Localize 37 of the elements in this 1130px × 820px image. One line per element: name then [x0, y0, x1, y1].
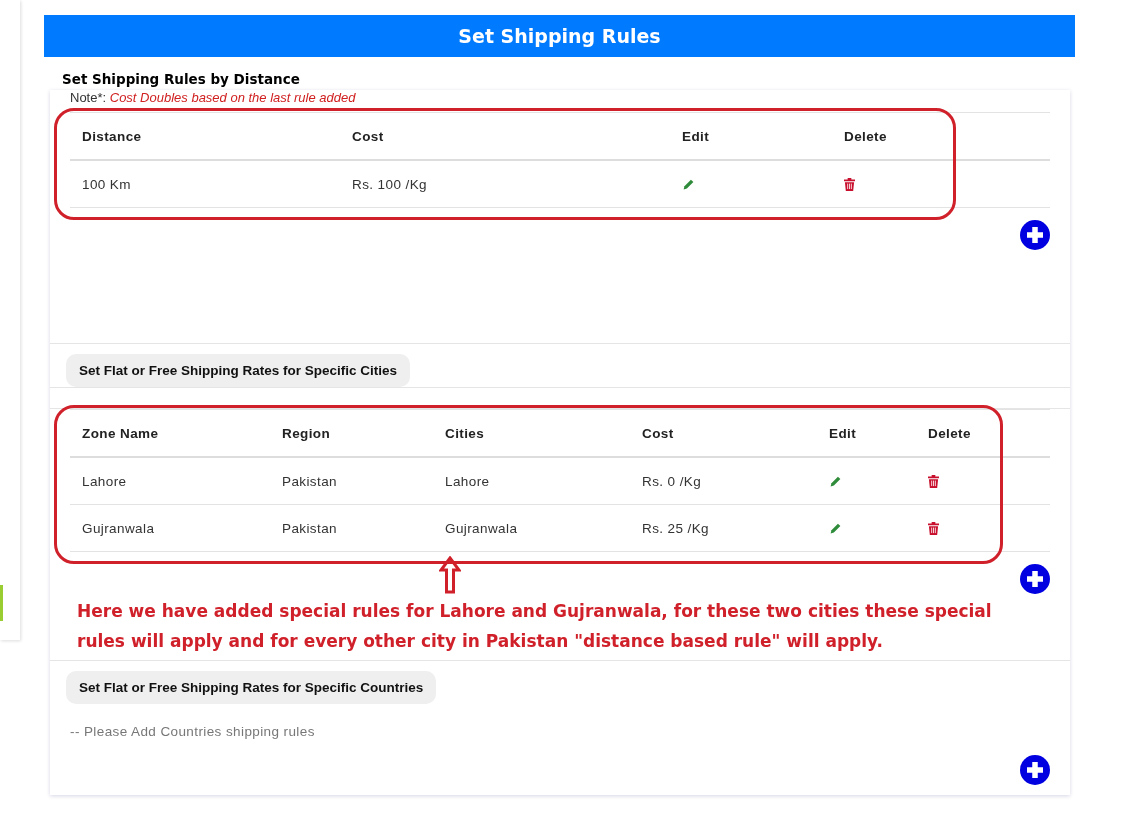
- table-cell-text: Lahore: [81, 473, 128, 489]
- column-header: Edit: [828, 425, 858, 441]
- table-cell-text: Lahore: [444, 473, 491, 489]
- column-header: Cost: [641, 425, 675, 441]
- column-header: Delete: [927, 425, 972, 441]
- add-icon[interactable]: [1020, 755, 1050, 785]
- column-header: Edit: [681, 128, 711, 144]
- column-header: Distance: [81, 128, 143, 144]
- add-icon[interactable]: [1020, 564, 1050, 594]
- up-arrow-icon: [439, 556, 461, 594]
- add-icon[interactable]: [1020, 220, 1050, 250]
- table-cell-text: Pakistan: [281, 520, 338, 536]
- pencil-icon[interactable]: [829, 521, 842, 535]
- table-cell-text: Rs. 25 /Kg: [641, 520, 711, 536]
- table-cell-text: Gujranwala: [81, 520, 156, 536]
- annotation-text: Here we have added special rules for Lahore and Gujranwala, for these two cities these special rules will apply and for every other city in Pakistan "distance based rule" will apply.: [77, 600, 993, 653]
- table-cell-text: 100 Km: [81, 176, 132, 192]
- pencil-icon[interactable]: [829, 474, 842, 488]
- empty-message: -- Please Add Countries shipping rules: [69, 723, 316, 739]
- countries-rates-button[interactable]: Set Flat or Free Shipping Rates for Specific Countries: [66, 671, 437, 704]
- cities-rates-button[interactable]: Set Flat or Free Shipping Rates for Specific Cities: [66, 354, 411, 387]
- table-cell-text: Gujranwala: [444, 520, 519, 536]
- table-cell-text: Pakistan: [281, 473, 338, 489]
- section-title: Set Shipping Rules by Distance: [61, 70, 301, 89]
- table-cell-text: Rs. 0 /Kg: [641, 473, 703, 489]
- column-header: Cost: [351, 128, 385, 144]
- column-header: Region: [281, 425, 332, 441]
- column-header: Cities: [444, 425, 486, 441]
- trash-icon[interactable]: [928, 521, 939, 535]
- pencil-icon[interactable]: [682, 177, 695, 191]
- trash-icon[interactable]: [928, 474, 939, 488]
- table-cell-text: Rs. 100 /Kg: [351, 176, 428, 192]
- trash-icon[interactable]: [844, 177, 855, 191]
- page-header: Set Shipping Rules: [44, 15, 1075, 57]
- column-header: Delete: [843, 128, 888, 144]
- note-text: Note*: Cost Doubles based on the last rule added: [69, 90, 357, 106]
- column-header: Zone Name: [81, 425, 160, 441]
